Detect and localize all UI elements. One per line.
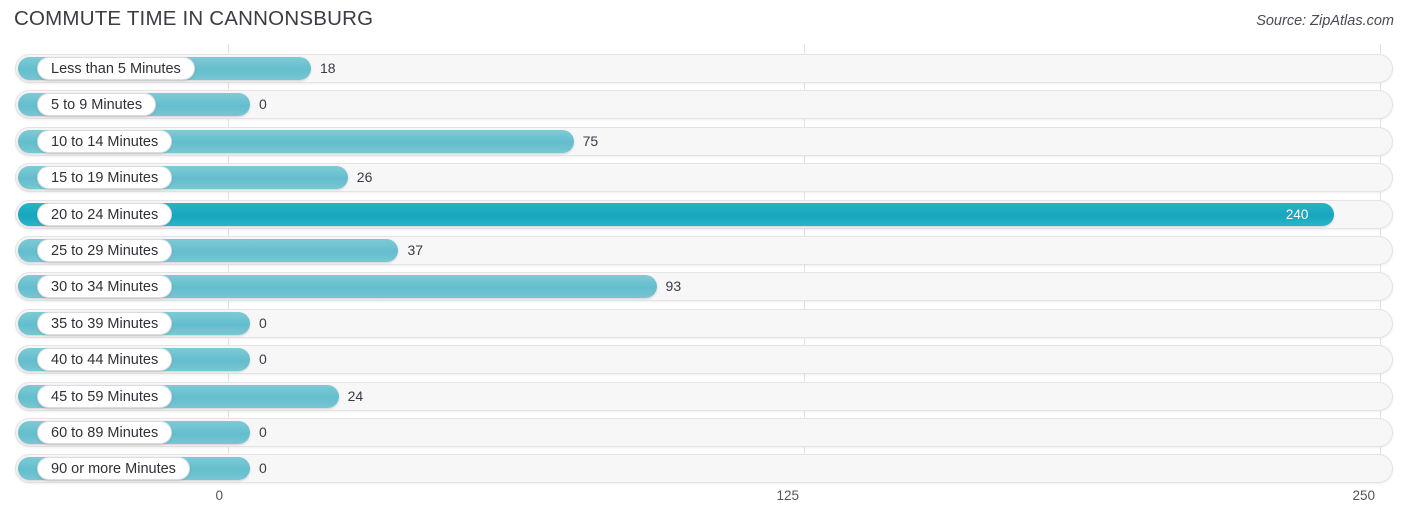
bar-category-label: Less than 5 Minutes (37, 57, 195, 80)
source-attribution: Source: ZipAtlas.com (1256, 13, 1394, 29)
bar-category-label: 25 to 29 Minutes (37, 239, 173, 262)
bar-row[interactable]: 45 to 59 Minutes 24 (15, 381, 1393, 411)
bar-category-label: 10 to 14 Minutes (37, 129, 173, 153)
bar-row[interactable]: Less than 5 Minutes 18 (15, 54, 1393, 83)
chart-header: COMMUTE TIME IN CANNONSBURG Source: ZipA… (0, 0, 1406, 44)
bar-value-label: 0 (259, 314, 267, 331)
x-axis: 0 125 250 (0, 482, 1406, 522)
bar-category-label: 90 or more Minutes (37, 457, 190, 481)
bar-row[interactable]: 15 to 19 Minutes 26 (15, 163, 1393, 193)
bar-row[interactable]: 35 to 39 Minutes 0 (15, 308, 1393, 338)
bar-value-label: 26 (356, 169, 373, 186)
bar-value-label: 93 (665, 278, 682, 295)
bar-category-label: 35 to 39 Minutes (37, 311, 173, 335)
bar-category-label: 20 to 24 Minutes (37, 202, 173, 226)
bar-value-label: 18 (319, 60, 336, 76)
bar-category-label: 60 to 89 Minutes (37, 421, 173, 444)
bar-value-label: 0 (259, 96, 267, 113)
bar-category-label: 5 to 9 Minutes (37, 93, 157, 117)
axis-tick-label: 125 (776, 488, 799, 503)
bar-category-label: 40 to 44 Minutes (37, 348, 173, 372)
bar-row[interactable]: 30 to 34 Minutes 93 (15, 272, 1393, 302)
bar-value-label: 0 (259, 351, 267, 368)
axis-tick-label: 0 (215, 488, 223, 503)
bar-row[interactable]: 90 or more Minutes 0 (15, 454, 1393, 484)
page-title: COMMUTE TIME IN CANNONSBURG (14, 7, 374, 30)
bar-value-label: 37 (407, 242, 424, 258)
bar-value-label: 75 (582, 132, 599, 149)
bar-category-label: 30 to 34 Minutes (37, 275, 173, 299)
bar-row[interactable]: 5 to 9 Minutes 0 (15, 90, 1393, 120)
bar-row[interactable]: 25 to 29 Minutes 37 (15, 236, 1393, 265)
chart-plot-area: Less than 5 Minutes 18 5 to 9 Minutes 0 10 t… (0, 44, 1406, 484)
bar-value-label: 240 (1285, 206, 1309, 222)
bar-value-label: 24 (347, 387, 364, 404)
bar-category-label: 45 to 59 Minutes (37, 384, 173, 408)
bar-fill (18, 202, 1334, 226)
bar-category-label: 15 to 19 Minutes (37, 166, 173, 190)
bar-value-label: 0 (259, 424, 267, 440)
bar-value-label: 0 (259, 460, 267, 477)
bar-row[interactable]: 20 to 24 Minutes 240 (15, 199, 1393, 229)
bar-row[interactable]: 10 to 14 Minutes 75 (15, 126, 1393, 156)
bar-row[interactable]: 40 to 44 Minutes 0 (15, 345, 1393, 375)
bar-row[interactable]: 60 to 89 Minutes 0 (15, 418, 1393, 447)
axis-tick-label: 250 (1352, 488, 1375, 503)
